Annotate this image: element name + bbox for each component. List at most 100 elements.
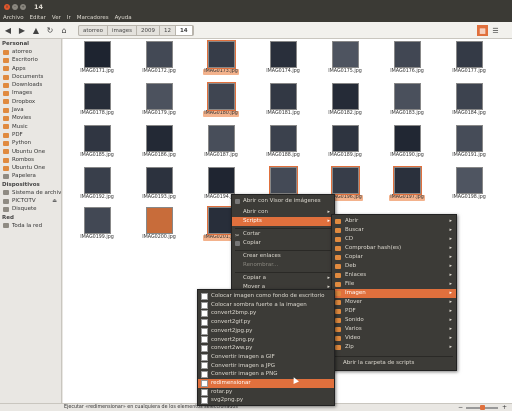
menu-item-open-with[interactable]: Abrir con ▸ [232,208,334,217]
sidebar-item-disquete[interactable]: Disquete [0,205,61,213]
scripts-menu-item[interactable]: Copiar ▸ [332,253,456,262]
menu-item-scripts[interactable]: Scripts ▸ [232,217,334,226]
file-item[interactable]: IMAG0177.jpg [441,41,497,75]
sidebar-item-pdf[interactable]: PDF [0,131,61,139]
menu-item-create-links[interactable]: Crear enlaces [232,252,334,261]
file-item[interactable]: IMAG0192.jpg [69,167,125,201]
file-item[interactable]: IMAG0187.jpg [193,125,249,159]
file-item[interactable]: IMAG0191.jpg [441,125,497,159]
sidebar-item-images[interactable]: Images [0,89,61,97]
image-script-item[interactable]: convert2jpg.py [198,327,334,336]
sidebar-item-filesystem[interactable]: Sistema de archivos [0,189,61,197]
image-script-item[interactable]: Convertir imagen a PNG [198,370,334,379]
scripts-menu-item[interactable]: Sonido ▸ [332,316,456,325]
image-script-item[interactable]: convert2gif.py [198,318,334,327]
scripts-menu-item[interactable]: Comprobar hash(es) ▸ [332,244,456,253]
sidebar-item-pictotv[interactable]: PICTOTV ⏏ [0,197,61,205]
image-script-item[interactable]: convert2png.py [198,336,334,345]
image-script-item[interactable]: rotar.py [198,388,334,397]
menu-ir[interactable]: Ir [67,15,71,21]
scripts-menu-item[interactable]: CD ▸ [332,235,456,244]
file-item[interactable]: IMAG0189.jpg [317,125,373,159]
image-script-item[interactable]: Convertir imagen a GIF [198,353,334,362]
sidebar-item-rombos[interactable]: Rombos [0,156,61,164]
close-window-button[interactable]: × [4,3,10,10]
menu-item-open-scripts-folder[interactable]: Abrir la carpeta de scripts [332,359,456,368]
sidebar-item-papelera[interactable]: Papelera [0,172,61,180]
image-script-item[interactable]: svg2png.py [198,396,334,405]
file-item[interactable]: IMAG0178.jpg [69,83,125,117]
file-item[interactable]: IMAG0193.jpg [131,167,187,201]
image-script-item[interactable]: Colocar imagen como fondo de escritorio [198,292,334,301]
eject-icon[interactable]: ⏏ [52,197,57,205]
reload-icon[interactable]: ↻ [44,24,56,36]
image-script-item[interactable]: Colocar sombra fuerte a la imagen [198,301,334,310]
up-icon[interactable]: ▲ [30,24,42,36]
sidebar-item-atorreo[interactable]: atorreo [0,48,61,56]
sidebar-item-documents[interactable]: Documents [0,73,61,81]
scripts-menu-item[interactable]: PDF ▸ [332,307,456,316]
sidebar-item-java[interactable]: Java [0,106,61,114]
breadcrumb-item[interactable]: images [108,25,137,35]
sidebar-item-downloads[interactable]: Downloads [0,81,61,89]
menu-item-cut[interactable]: ✂ Cortar [232,230,334,239]
zoom-slider-handle[interactable] [480,405,485,410]
menu-editar[interactable]: Editar [30,15,46,21]
file-item[interactable]: IMAG0190.jpg [379,125,435,159]
sidebar-item-escritorio[interactable]: Escritorio [0,56,61,64]
file-item[interactable]: IMAG0179.jpg [131,83,187,117]
grid-view-icon[interactable]: ▦ [477,25,488,36]
file-item[interactable]: IMAG0175.jpg [317,41,373,75]
home-icon[interactable]: ⌂ [58,24,70,36]
sidebar-item-movies[interactable]: Movies [0,114,61,122]
back-icon[interactable]: ◀ [2,24,14,36]
file-item[interactable]: IMAG0188.jpg [255,125,311,159]
file-item[interactable]: IMAG0183.jpg [379,83,435,117]
file-item[interactable]: IMAG0173.jpg [193,40,249,75]
file-item[interactable]: IMAG0176.jpg [379,41,435,75]
menu-ayuda[interactable]: Ayuda [115,15,132,21]
sidebar-item-ubuntu-one[interactable]: Ubuntu One [0,148,61,156]
file-item[interactable]: IMAG0185.jpg [69,125,125,159]
forward-icon[interactable]: ▶ [16,24,28,36]
menu-marcadores[interactable]: Marcadores [77,15,109,21]
file-item[interactable]: IMAG0174.jpg [255,41,311,75]
menu-item-copy[interactable]: Copiar [232,239,334,248]
scripts-menu-item[interactable]: Varios ▸ [332,325,456,334]
scripts-menu-item[interactable]: Buscar ▸ [332,226,456,235]
scripts-menu-item[interactable]: Imagen ▸ [332,289,456,298]
menu-ver[interactable]: Ver [52,15,61,21]
file-item[interactable]: IMAG0198.jpg [441,167,497,201]
maximize-window-button[interactable]: + [20,3,26,10]
menu-item-rename[interactable]: Renombrar... [232,261,334,270]
image-script-item[interactable]: convert2bmp.py [198,309,334,318]
sidebar-item-music[interactable]: Music [0,123,61,131]
sidebar-item-dropbox[interactable]: Dropbox [0,98,61,106]
menu-item-open-with-viewer[interactable]: Abrir con Visor de imágenes [232,197,334,206]
sidebar-item-network[interactable]: Toda la red [0,222,61,230]
image-script-item[interactable]: redimensionar [198,379,334,388]
image-script-item[interactable]: Convertir imagen a JPG [198,362,334,371]
file-item[interactable]: IMAG0171.jpg [69,41,125,75]
menu-archivo[interactable]: Archivo [3,15,24,21]
file-item[interactable]: IMAG0172.jpg [131,41,187,75]
list-view-icon[interactable]: ☰ [490,25,501,36]
image-script-item[interactable]: convert2ww.py [198,344,334,353]
scripts-menu-item[interactable]: File ▸ [332,280,456,289]
breadcrumb-item[interactable]: atorreo [79,25,108,35]
file-item[interactable]: IMAG0186.jpg [131,125,187,159]
scripts-menu-item[interactable]: Enlaces ▸ [332,271,456,280]
file-item[interactable]: IMAG0182.jpg [317,83,373,117]
sidebar-item-python[interactable]: Python [0,139,61,147]
sidebar-item-ubuntu-one-2[interactable]: Ubuntu One [0,164,61,172]
file-item[interactable]: IMAG0199.jpg [69,207,125,241]
scripts-menu-item[interactable]: Abrir ▸ [332,217,456,226]
file-item[interactable]: IMAG0180.jpg [193,82,249,117]
scripts-menu-item[interactable]: Video ▸ [332,334,456,343]
breadcrumb-item[interactable]: 14 [175,25,193,35]
scripts-menu-item[interactable]: Mover ▸ [332,298,456,307]
menu-item-copy-to[interactable]: Copiar a ▸ [232,274,334,283]
scripts-menu-item[interactable]: Zip ▸ [332,343,456,352]
breadcrumb-item[interactable]: 2009 [137,25,160,35]
file-item[interactable]: IMAG0197.jpg [379,166,435,201]
